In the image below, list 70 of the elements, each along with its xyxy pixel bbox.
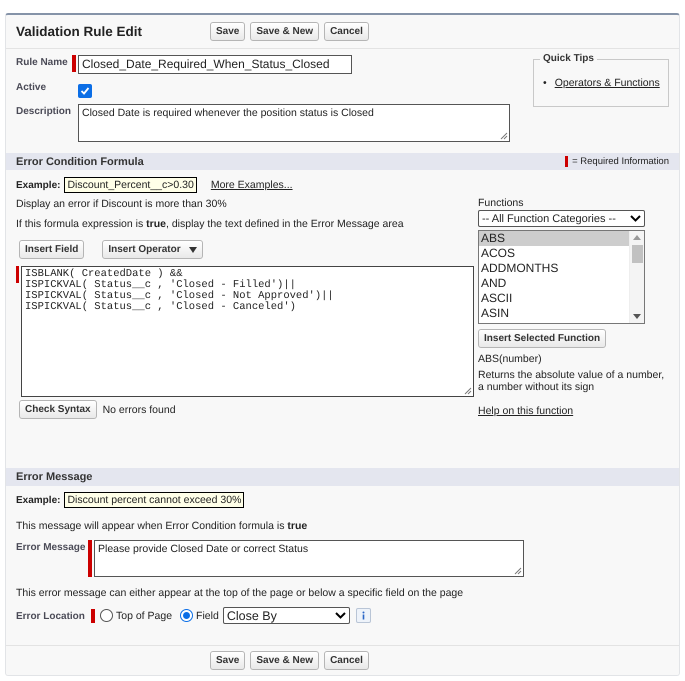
insert-operator-button[interactable]: Insert Operator: [102, 240, 203, 260]
field-label: Description: [16, 105, 72, 118]
required-marker: [88, 540, 92, 578]
cancel-button[interactable]: Cancel: [324, 22, 369, 42]
radio-label: Field: [196, 610, 219, 622]
check-syntax-button[interactable]: Check Syntax: [19, 400, 97, 420]
error-message-textarea[interactable]: Please provide Closed Date or correct Status: [94, 540, 524, 578]
example-label: Example:: [16, 180, 60, 191]
example-message: Discount percent cannot exceed 30%: [64, 492, 244, 508]
location-note: This error message can either appear at the top of the page or below a specific field on the page: [16, 587, 464, 600]
save-new-button[interactable]: Save & New: [250, 650, 320, 670]
resize-grip-icon[interactable]: [464, 387, 472, 396]
caret-icon: [188, 246, 197, 253]
function-item[interactable]: ADDMONTHS: [479, 261, 629, 276]
save-button[interactable]: Save: [210, 650, 246, 670]
function-item[interactable]: ACOS: [479, 246, 629, 262]
save-button[interactable]: Save: [210, 22, 246, 42]
instruction-text: If this formula expression is true, display the text defined in the Error Message area: [16, 218, 405, 230]
chevron-icon: [334, 612, 346, 620]
field-label: Error Location: [16, 610, 86, 622]
function-signature: ABS(number): [478, 353, 543, 366]
scroll-down-icon[interactable]: [633, 314, 641, 320]
functions-label: Functions: [478, 197, 525, 210]
example-formula: Discount_Percent__c>0.30: [64, 177, 197, 194]
cancel-button[interactable]: Cancel: [324, 650, 369, 670]
formula-editor[interactable]: ISBLANK( CreatedDate ) && ISPICKVAL( Status__c , 'Closed - Filled')|| ISPICKVAL( Status__c , 'Closed - Not Approved')|| ISPICKVAL( Status__c , 'Closed - Canceled'): [20, 266, 474, 398]
message-note: This message will appear when Error Condition formula is true: [16, 520, 308, 532]
function-description: Returns the absolute value of a number, a number without its sign: [478, 369, 666, 394]
scroll-thumb[interactable]: [632, 245, 643, 264]
chevron-icon: [630, 215, 641, 222]
rule-name-input[interactable]: Closed_Date_Required_When_Status_Closed: [78, 55, 352, 74]
function-item[interactable]: AND: [479, 276, 629, 292]
function-item[interactable]: ASIN: [479, 306, 629, 322]
example-hint: Display an error if Discount is more than 30%: [16, 198, 228, 210]
quick-tip-link[interactable]: Operators & Functions: [554, 77, 660, 90]
quick-tips-title: Quick Tips: [540, 53, 597, 64]
radio-label: Top of Page: [116, 610, 172, 622]
function-category-select[interactable]: -- All Function Categories --: [478, 210, 645, 228]
required-marker: [91, 608, 95, 623]
bullet: •: [543, 77, 547, 90]
help-link[interactable]: Help on this function: [478, 405, 574, 418]
scrollbar[interactable]: [629, 231, 644, 324]
function-list[interactable]: ABS ACOS ADDMONTHS AND ASCII ASIN: [478, 230, 645, 324]
syntax-result: No errors found: [102, 404, 176, 416]
insert-field-button[interactable]: Insert Field: [19, 240, 84, 260]
description-textarea[interactable]: Closed Date is required whenever the position status is Closed: [78, 104, 510, 142]
info-icon[interactable]: [356, 608, 371, 624]
field-label: Error Message: [16, 541, 86, 556]
example-label: Example:: [16, 494, 60, 506]
location-radio[interactable]: [100, 609, 113, 622]
function-item[interactable]: ASCII: [479, 291, 629, 306]
field-label: Active: [16, 81, 48, 94]
function-item[interactable]: ABS: [479, 231, 629, 246]
required-marker: [72, 55, 76, 72]
location-field-select[interactable]: Close By: [222, 607, 350, 624]
scroll-up-icon[interactable]: [633, 235, 641, 240]
section-title: Error Condition Formula: [16, 156, 144, 168]
required-marker: [565, 156, 568, 168]
section-title: Error Message: [16, 471, 92, 484]
active-checkbox[interactable]: [78, 84, 92, 98]
location-radio[interactable]: [180, 609, 194, 622]
insert-function-button[interactable]: Insert Selected Function: [478, 329, 606, 348]
page-title: Validation Rule Edit: [16, 24, 144, 40]
required-marker: [16, 266, 19, 284]
resize-grip-icon[interactable]: [500, 132, 508, 140]
resize-grip-icon[interactable]: [514, 567, 522, 576]
save-new-button[interactable]: Save & New: [250, 22, 320, 42]
required-legend: = Required Information: [572, 156, 669, 168]
more-examples-link[interactable]: More Examples...: [210, 179, 293, 192]
field-label: Rule Name: [16, 56, 69, 68]
